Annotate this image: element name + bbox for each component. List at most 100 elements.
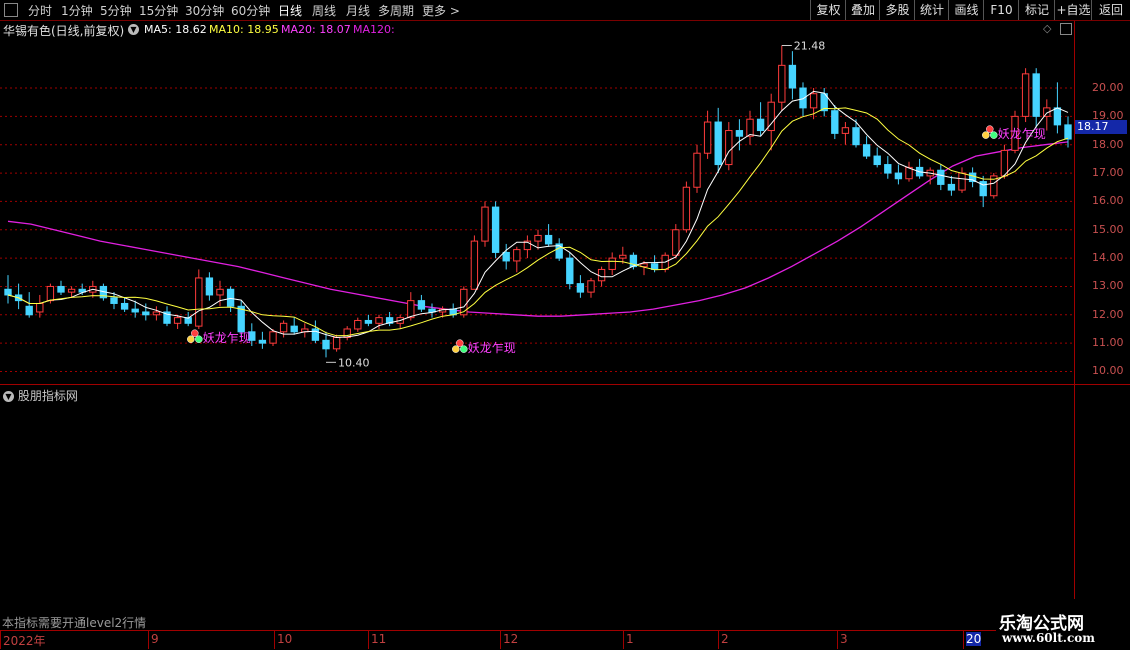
candle-body <box>1011 115 1019 151</box>
toolbar-button-7[interactable]: +自选 <box>1054 0 1092 20</box>
window-icon[interactable] <box>1060 23 1072 35</box>
toolbar-button-3[interactable]: 统计 <box>914 0 949 20</box>
date-tick <box>837 631 838 649</box>
candle-body <box>428 308 436 313</box>
diamond-icon[interactable]: ◇ <box>1043 22 1051 35</box>
candle-body <box>809 93 818 109</box>
candle-body <box>417 300 426 310</box>
signal-dot-icon <box>460 345 468 353</box>
candle-body <box>343 328 351 338</box>
date-tick <box>500 631 501 649</box>
candle-body <box>184 317 192 324</box>
candle-body <box>301 328 309 333</box>
candle-body <box>57 285 65 293</box>
signal-dot-icon <box>456 339 464 347</box>
date-tick <box>963 631 964 649</box>
candle-body <box>354 319 362 330</box>
tab-timeframe-5[interactable]: 60分钟 <box>231 2 270 19</box>
candle-body <box>894 172 903 180</box>
candle-body <box>873 155 881 166</box>
signal-label: 妖龙乍现 <box>203 330 251 345</box>
date-label: 2 <box>721 632 729 646</box>
candle-body <box>131 308 139 313</box>
candle-body <box>449 308 457 316</box>
candle-body <box>619 254 627 259</box>
tab-timeframe-6[interactable]: 日线 <box>278 2 302 19</box>
date-label: 9 <box>151 632 159 646</box>
tab-timeframe-9[interactable]: 多周期 <box>378 2 414 19</box>
date-tick <box>148 631 149 649</box>
candle-body <box>46 285 55 302</box>
low-price-label: 10.40 <box>338 356 370 369</box>
signal-label: 妖龙乍现 <box>998 126 1046 141</box>
price-tick-label: 16.00 <box>1092 194 1124 208</box>
toolbar-button-2[interactable]: 多股 <box>879 0 915 20</box>
date-label: 10 <box>277 632 293 646</box>
tab-timeframe-8[interactable]: 月线 <box>346 2 370 19</box>
tab-timeframe-1[interactable]: 1分钟 <box>61 2 93 19</box>
price-tick-label: 11.00 <box>1092 336 1124 350</box>
candle-body <box>735 130 744 137</box>
candle-body <box>608 257 616 270</box>
price-tick-label: 17.00 <box>1092 166 1124 180</box>
candle-body <box>311 328 320 341</box>
candle-body <box>269 331 277 344</box>
candle-body <box>990 175 998 197</box>
candle-body <box>661 254 669 270</box>
high-price-label: 21.48 <box>794 40 826 53</box>
candle-body <box>99 285 108 299</box>
tab-timeframe-3[interactable]: 15分钟 <box>139 2 178 19</box>
tab-timeframe-10[interactable]: 更多 > <box>422 2 460 19</box>
candle-body <box>142 311 150 316</box>
tab-timeframe-0[interactable]: 分时 <box>28 2 52 19</box>
candle-body <box>831 110 839 134</box>
candle-body <box>756 118 765 132</box>
toolbar-button-4[interactable]: 画线 <box>948 0 984 20</box>
signal-dot-icon <box>990 131 998 139</box>
price-tick-label: 13.00 <box>1092 279 1124 293</box>
date-tick <box>274 631 275 649</box>
candle-body <box>1053 107 1062 126</box>
candle-body <box>375 317 383 324</box>
candle-body <box>407 300 415 319</box>
date-label: 1 <box>626 632 634 646</box>
candle-body <box>841 127 850 134</box>
candle-body <box>25 305 33 316</box>
candle-body <box>587 280 595 293</box>
tab-timeframe-7[interactable]: 周线 <box>312 2 336 19</box>
tab-timeframe-2[interactable]: 5分钟 <box>100 2 132 19</box>
candle-body <box>290 325 298 333</box>
subpanel-chevron-icon[interactable]: ▼ <box>3 391 14 402</box>
candle-body <box>226 288 235 307</box>
date-label: 3 <box>840 632 848 646</box>
tab-timeframe-4[interactable]: 30分钟 <box>185 2 224 19</box>
toolbar-button-5[interactable]: F10 <box>983 0 1019 20</box>
toolbar-button-1[interactable]: 叠加 <box>845 0 880 20</box>
candle-body <box>120 302 129 310</box>
signal-dot-icon <box>452 345 460 353</box>
price-tick-label: 10.00 <box>1092 364 1124 378</box>
level2-note: 本指标需要开通level2行情 <box>2 616 147 630</box>
date-tick <box>718 631 719 649</box>
candle-body <box>67 288 76 293</box>
candle-body <box>491 206 500 253</box>
date-label: 11 <box>371 632 387 646</box>
candle-body <box>470 240 479 290</box>
ma20-value: MA20: 18.07 <box>281 23 351 36</box>
toolbar-button-6[interactable]: 标记 <box>1018 0 1055 20</box>
candle-body <box>481 206 489 242</box>
panel-toggle-icon[interactable] <box>4 3 18 17</box>
toolbar-button-0[interactable]: 复权 <box>810 0 846 20</box>
date-tick <box>368 631 369 649</box>
toolbar-button-8[interactable]: 返回 <box>1091 0 1130 20</box>
candle-body <box>258 339 267 344</box>
axis-divider <box>1074 21 1075 599</box>
candle-body <box>513 249 521 262</box>
settings-chevron-icon[interactable]: ▼ <box>128 24 139 35</box>
candle-body <box>597 268 606 282</box>
candle-body <box>1021 73 1030 117</box>
ma10-line <box>7 107 1069 337</box>
candle-body <box>947 183 956 191</box>
candle-body <box>364 319 373 324</box>
candle-body <box>725 130 733 166</box>
